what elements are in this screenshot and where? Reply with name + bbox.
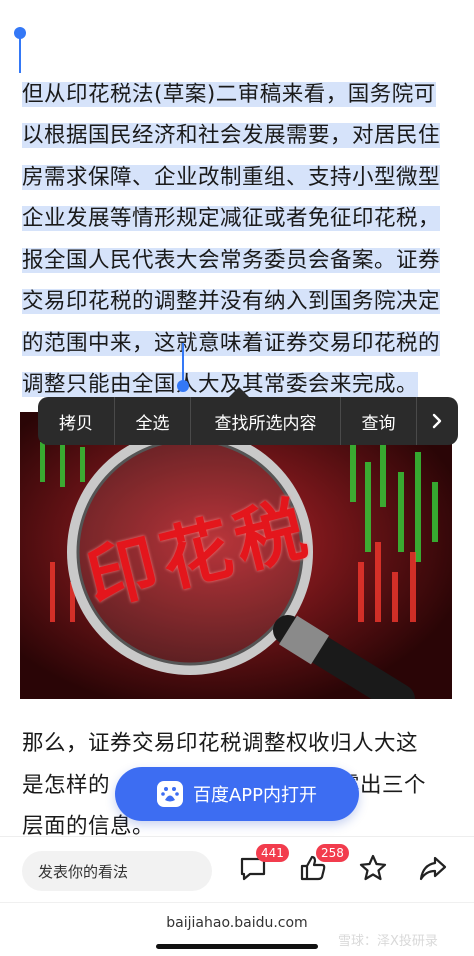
star-icon[interactable] [358,853,388,883]
chevron-right-icon[interactable] [417,397,457,445]
text-context-menu: 拷贝 全选 查找所选内容 查询 [38,397,458,445]
menu-item-copy[interactable]: 拷贝 [38,397,114,445]
comment-count-badge: 441 [256,844,289,862]
selection-handle-end-bar[interactable] [182,343,184,383]
share-icon[interactable] [418,853,448,883]
url-text[interactable]: baijiahao.baidu.com [0,915,474,931]
para2-line1: 那么，证券交易印花税调整权收归人大这 [22,731,419,756]
menu-item-lookup[interactable]: 查询 [341,397,416,445]
watermark-text: 雪球：泽X投研录 [338,934,438,949]
selection-handle-start-bar[interactable] [19,33,21,73]
like-icon[interactable]: 258 [298,844,349,883]
comment-input[interactable]: 发表你的看法 [22,851,212,891]
selected-text[interactable]: 但从印花税法(草案)二审稿来看，国务院可以根据国民经济和社会发展需要，对居民住房… [22,81,441,397]
selection-handle-end-icon[interactable] [177,380,189,392]
comment-icon[interactable]: 441 [238,844,289,883]
article-paragraph-selected[interactable]: 但从印花税法(草案)二审稿来看，国务院可以根据国民经济和社会发展需要，对居民住房… [22,32,454,406]
article-image: 印花税 [20,412,452,699]
bottom-action-bar: 发表你的看法 441 258 [0,836,474,903]
menu-item-find-selection[interactable]: 查找所选内容 [191,397,340,445]
open-in-baidu-app-button[interactable]: 百度APP内打开 [115,767,359,821]
baidu-paw-icon [156,781,183,807]
like-count-badge: 258 [316,844,349,862]
open-in-app-label: 百度APP内打开 [192,785,318,806]
menu-item-select-all[interactable]: 全选 [115,397,190,445]
home-indicator[interactable] [156,944,318,949]
para2-line2-start: 是怎样的 [22,772,111,798]
